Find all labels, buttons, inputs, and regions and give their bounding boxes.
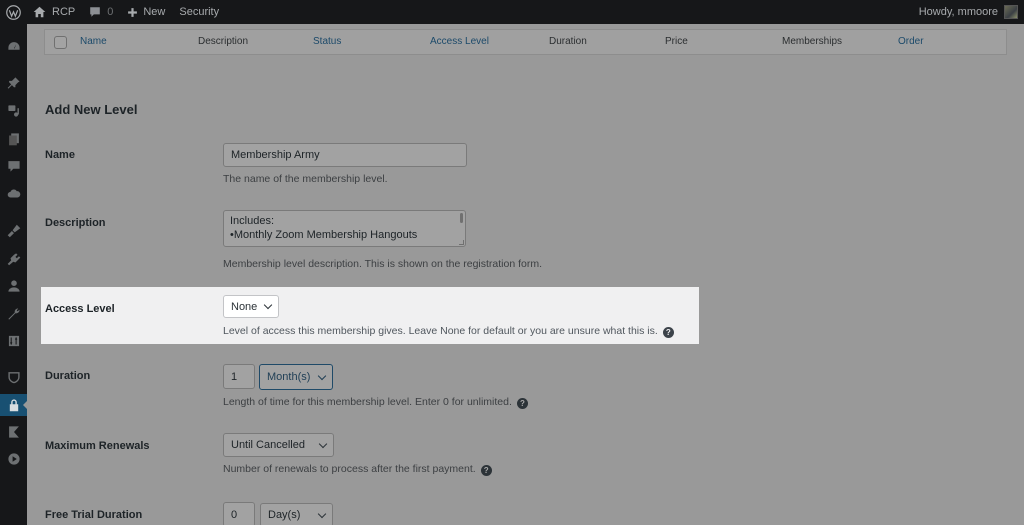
help-icon[interactable]: ?	[662, 327, 674, 338]
chevron-down-icon	[317, 509, 327, 518]
name-help-text: The name of the membership level.	[223, 173, 388, 185]
column-order[interactable]: Order	[898, 36, 924, 47]
free-trial-input[interactable]: 0	[223, 502, 255, 525]
column-price: Price	[665, 36, 688, 47]
description-line-2: •Monthly Zoom Membership Hangouts	[230, 229, 418, 241]
plus-icon	[128, 7, 138, 17]
duration-unit-select[interactable]: Month(s)	[259, 364, 333, 390]
free-trial-label: Free Trial Duration	[45, 509, 143, 521]
lock-icon[interactable]	[0, 394, 28, 416]
duration-input[interactable]: 1	[223, 364, 255, 389]
main-content: Name Description Status Access Level Dur…	[27, 24, 1024, 525]
textarea-resize-handle[interactable]	[459, 240, 464, 245]
column-name[interactable]: Name	[80, 36, 107, 47]
column-status[interactable]: Status	[313, 36, 341, 47]
name-label: Name	[45, 149, 75, 161]
column-memberships: Memberships	[782, 36, 843, 47]
free-trial-value: 0	[231, 508, 238, 521]
max-renewals-help-copy: Number of renewals to process after the …	[223, 463, 476, 475]
duration-help-copy: Length of time for this membership level…	[223, 396, 512, 408]
duration-value: 1	[231, 370, 238, 383]
comments-link[interactable]: 0	[82, 0, 120, 24]
chevron-down-icon	[263, 300, 273, 310]
access-level-help-text: Level of access this membership gives. L…	[223, 325, 674, 338]
chevron-down-icon	[318, 439, 328, 448]
description-help-text: Membership level description. This is sh…	[223, 258, 543, 270]
description-line-1: Includes:	[230, 215, 275, 227]
greeting: Howdy, mmoore	[918, 6, 998, 18]
description-textarea[interactable]: Includes: •Monthly Zoom Membership Hango…	[223, 210, 466, 247]
avatar	[1004, 5, 1018, 19]
security-link[interactable]: Security	[172, 0, 226, 24]
shield-icon[interactable]	[0, 366, 27, 388]
pages-icon[interactable]	[0, 128, 27, 150]
settings-icon[interactable]	[0, 330, 27, 352]
dashboard-icon[interactable]	[0, 36, 27, 58]
duration-label: Duration	[45, 370, 91, 382]
new-label: New	[143, 6, 166, 18]
access-level-select[interactable]: None	[223, 295, 279, 318]
max-renewals-select[interactable]: Until Cancelled	[223, 433, 334, 457]
home-icon	[33, 6, 46, 18]
column-access-level[interactable]: Access Level	[430, 36, 489, 47]
site-name-link[interactable]: RCP	[26, 0, 82, 24]
tools-icon[interactable]	[0, 303, 27, 325]
free-trial-unit-select[interactable]: Day(s)	[260, 503, 333, 525]
duration-help-text: Length of time for this membership level…	[223, 396, 528, 409]
help-icon[interactable]: ?	[516, 398, 528, 409]
pin-icon[interactable]	[0, 72, 27, 94]
column-description: Description	[198, 36, 249, 47]
new-content-link[interactable]: New	[120, 0, 172, 24]
access-level-selected: None	[231, 300, 258, 313]
select-all-checkbox[interactable]	[54, 36, 67, 49]
admin-bar: RCP 0 New Security Howdy, mmoore	[0, 0, 1024, 24]
plugins-icon[interactable]	[0, 248, 27, 270]
appearance-icon[interactable]	[0, 220, 27, 242]
admin-sidebar	[0, 24, 28, 525]
access-level-help-copy: Level of access this membership gives. L…	[223, 325, 658, 337]
max-renewals-help-text: Number of renewals to process after the …	[223, 463, 492, 476]
chevron-down-icon	[317, 371, 327, 380]
k-logo-icon[interactable]	[0, 421, 27, 443]
wordpress-logo-icon[interactable]	[0, 0, 26, 24]
duration-unit-selected: Month(s)	[267, 371, 311, 383]
site-name: RCP	[52, 6, 76, 18]
max-renewals-selected: Until Cancelled	[231, 439, 305, 451]
comment-icon	[90, 7, 101, 17]
access-level-label: Access Level	[45, 303, 115, 315]
security-label: Security	[179, 6, 220, 18]
description-label: Description	[45, 217, 106, 229]
free-trial-unit-selected: Day(s)	[268, 509, 301, 521]
media-icon[interactable]	[0, 100, 27, 122]
access-level-row: Access Level None Level of access this m…	[41, 287, 699, 344]
name-input[interactable]: Membership Army	[223, 143, 467, 167]
column-duration: Duration	[549, 36, 587, 47]
textarea-scrollbar[interactable]	[460, 213, 463, 223]
cloud-icon[interactable]	[0, 183, 27, 205]
my-account-link[interactable]: Howdy, mmoore	[912, 0, 1024, 24]
levels-table-header: Name Description Status Access Level Dur…	[44, 29, 1007, 55]
users-icon[interactable]	[0, 275, 27, 297]
name-input-value: Membership Army	[231, 149, 320, 161]
page-title: Add New Level	[45, 102, 138, 117]
help-icon[interactable]: ?	[480, 465, 492, 476]
max-renewals-label: Maximum Renewals	[45, 440, 150, 452]
play-icon[interactable]	[0, 448, 27, 470]
comments-count: 0	[107, 6, 114, 18]
comments-icon[interactable]	[0, 155, 27, 177]
